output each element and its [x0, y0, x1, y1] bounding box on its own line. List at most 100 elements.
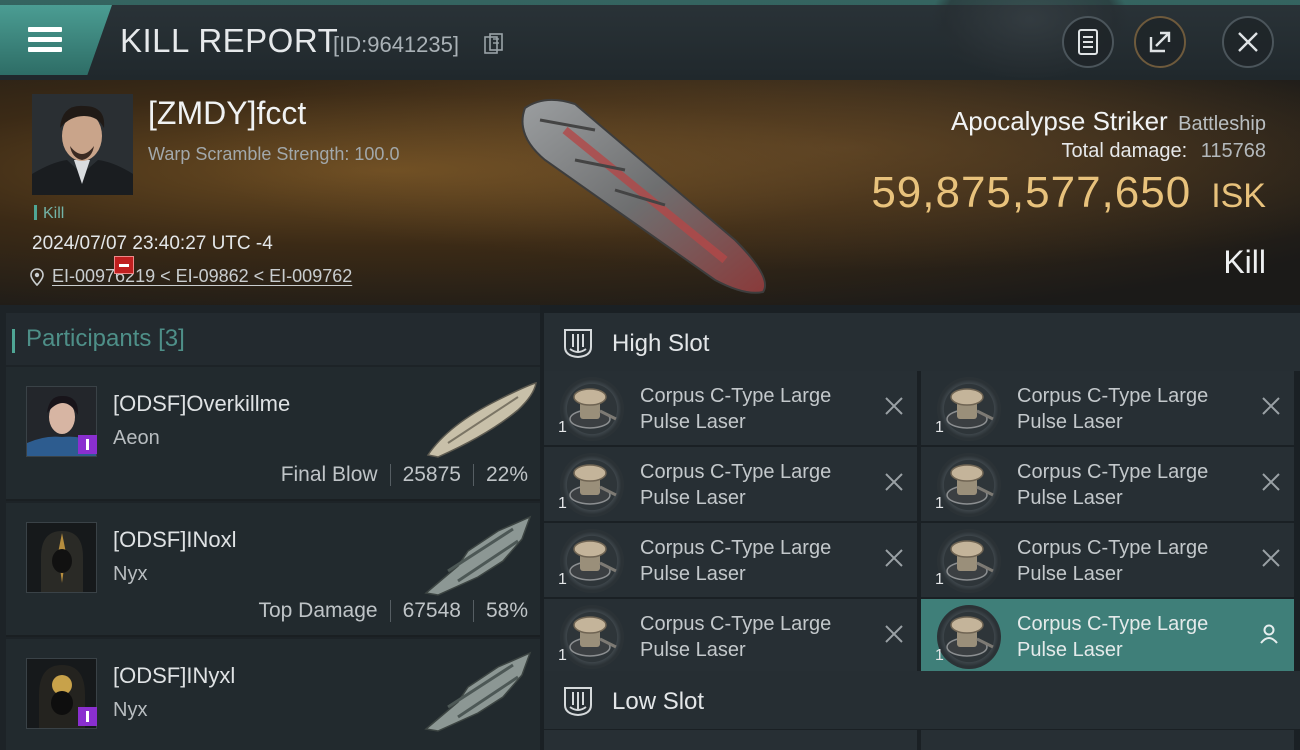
pulse-laser-icon	[560, 529, 624, 593]
module-quantity: 1	[935, 419, 944, 436]
destroyed-icon	[1262, 549, 1280, 567]
module-name: Corpus C-Type Large Pulse Laser	[640, 385, 832, 433]
low-slot-module[interactable]	[544, 730, 917, 750]
menu-button[interactable]	[0, 5, 112, 75]
participant-row[interactable]: [ODSF]Overkillme Aeon Final Blow 25875 2…	[6, 367, 540, 501]
location-link[interactable]: EI-00976219 < EI-09862 < EI-009762	[30, 266, 352, 287]
high-slot-module[interactable]: 1 Corpus C-Type Large Pulse Laser	[544, 447, 917, 521]
destroyed-icon	[885, 473, 903, 491]
low-slot-module[interactable]	[921, 730, 1294, 750]
faction-badge	[78, 707, 97, 726]
report-id: [ID:9641235]	[333, 32, 459, 57]
module-quantity: 1	[558, 647, 567, 664]
clipboard-button[interactable]	[1062, 16, 1114, 68]
module-quantity: 1	[935, 495, 944, 512]
destroyed-icon	[885, 549, 903, 567]
ship-name[interactable]: Apocalypse Striker	[951, 106, 1168, 136]
module-quantity: 1	[558, 571, 567, 588]
location-pin-icon	[30, 267, 44, 286]
victim-name[interactable]: [ZMDY]fcct	[148, 95, 306, 132]
destroyed-icon	[885, 625, 903, 643]
low-slot-label: Low Slot	[612, 688, 705, 715]
high-slot-module[interactable]: 1 Corpus C-Type Large Pulse Laser	[544, 599, 917, 673]
page-title: KILL REPORT	[120, 22, 339, 59]
total-damage-label: Total damage:	[1061, 140, 1188, 162]
module-quantity: 1	[935, 571, 944, 588]
participant-row[interactable]: [ODSF]INyxl Nyx	[6, 639, 540, 750]
module-quantity: 1	[558, 419, 567, 436]
fitting-panel: High Slot 1 Corpus C-Type Large Pulse Las…	[540, 305, 1300, 750]
isk-amount: 59,875,577,650	[871, 168, 1192, 217]
victim-banner: [ZMDY]fcct Warp Scramble Strength: 100.0…	[0, 80, 1300, 305]
participants-header: Participants [3]	[6, 313, 540, 365]
participant-damage: 25875	[402, 463, 461, 486]
participant-damage: 67548	[402, 599, 461, 622]
pulse-laser-icon	[937, 377, 1001, 441]
pilot-icon[interactable]	[1258, 623, 1280, 645]
faction-badge	[78, 435, 97, 454]
participant-percent: 22%	[485, 463, 528, 486]
location-text[interactable]: EI-00976219 < EI-09862 < EI-009762	[52, 266, 352, 287]
participant-name[interactable]: [ODSF]INyxl	[113, 663, 235, 689]
module-name: Corpus C-Type Large Pulse Laser	[640, 537, 832, 585]
module-name: Corpus C-Type Large Pulse Laser	[640, 461, 832, 509]
isk-unit: ISK	[1211, 177, 1266, 215]
participant-stats: Top Damage 67548 58%	[258, 599, 528, 623]
kill-timestamp: 2024/07/07 23:40:27 UTC -4	[32, 233, 273, 254]
destroyed-icon	[1262, 473, 1280, 491]
high-slot-module[interactable]: 1 Corpus C-Type Large Pulse Laser	[544, 523, 917, 597]
module-name: Corpus C-Type Large Pulse Laser	[640, 613, 832, 661]
participant-name[interactable]: [ODSF]INoxl	[113, 527, 236, 553]
pulse-laser-icon	[937, 453, 1001, 517]
top-damage-tag: Top Damage	[258, 599, 378, 622]
high-slot-module[interactable]: 1 Corpus C-Type Large Pulse Laser	[921, 371, 1294, 445]
module-name: Corpus C-Type Large Pulse Laser	[1017, 613, 1209, 661]
final-blow-tag: Final Blow	[280, 463, 378, 486]
security-status-badge	[114, 256, 134, 274]
participant-avatar[interactable]	[26, 522, 97, 593]
low-slot-header: Low Slot	[544, 671, 1300, 729]
ship-class: Battleship	[1178, 113, 1266, 135]
destroyed-icon	[1262, 397, 1280, 415]
high-slot-header: High Slot	[544, 313, 1300, 371]
module-name: Corpus C-Type Large Pulse Laser	[1017, 385, 1209, 433]
isk-value: 59,875,577,650 ISK	[871, 168, 1266, 218]
participant-row[interactable]: [ODSF]INoxl Nyx Top Damage 67548 58%	[6, 503, 540, 637]
pulse-laser-icon	[560, 377, 624, 441]
participants-title: Participants [3]	[12, 325, 185, 353]
pulse-laser-icon	[560, 453, 624, 517]
copy-icon[interactable]	[484, 33, 504, 55]
module-quantity: 1	[558, 495, 567, 512]
share-button[interactable]	[1134, 16, 1186, 68]
participant-ship-image	[424, 515, 532, 596]
total-damage: Total damage: 115768	[1062, 140, 1266, 163]
menu-icon	[28, 27, 62, 53]
high-slot-icon	[564, 329, 592, 359]
participant-ship: Nyx	[113, 699, 148, 721]
low-slot-icon	[564, 687, 592, 717]
pulse-laser-icon	[560, 605, 624, 669]
pulse-laser-icon	[937, 529, 1001, 593]
module-quantity: 1	[935, 647, 944, 664]
top-bar: KILL REPORT [ID:9641235]	[0, 0, 1300, 80]
kill-result: Kill	[1223, 244, 1266, 280]
participant-percent: 58%	[485, 599, 528, 622]
participant-ship-image	[426, 381, 537, 458]
participant-name[interactable]: [ODSF]Overkillme	[113, 391, 290, 417]
module-name: Corpus C-Type Large Pulse Laser	[1017, 461, 1209, 509]
high-slot-label: High Slot	[612, 330, 710, 357]
victim-ship-image	[521, 98, 767, 294]
high-slot-module[interactable]: 1 Corpus C-Type Large Pulse Laser	[921, 599, 1294, 673]
close-icon	[1238, 32, 1258, 52]
participant-ship-image	[424, 651, 532, 732]
destroyed-icon	[885, 397, 903, 415]
participant-ship: Aeon	[113, 427, 160, 449]
module-name: Corpus C-Type Large Pulse Laser	[1017, 537, 1209, 585]
high-slot-module[interactable]: 1 Corpus C-Type Large Pulse Laser	[921, 447, 1294, 521]
high-slot-module[interactable]: 1 Corpus C-Type Large Pulse Laser	[921, 523, 1294, 597]
participant-stats: Final Blow 25875 22%	[281, 463, 528, 487]
close-button[interactable]	[1222, 16, 1274, 68]
high-slot-module[interactable]: 1 Corpus C-Type Large Pulse Laser	[544, 371, 917, 445]
total-damage-value: 115768	[1200, 140, 1266, 162]
victim-avatar[interactable]	[32, 94, 133, 195]
